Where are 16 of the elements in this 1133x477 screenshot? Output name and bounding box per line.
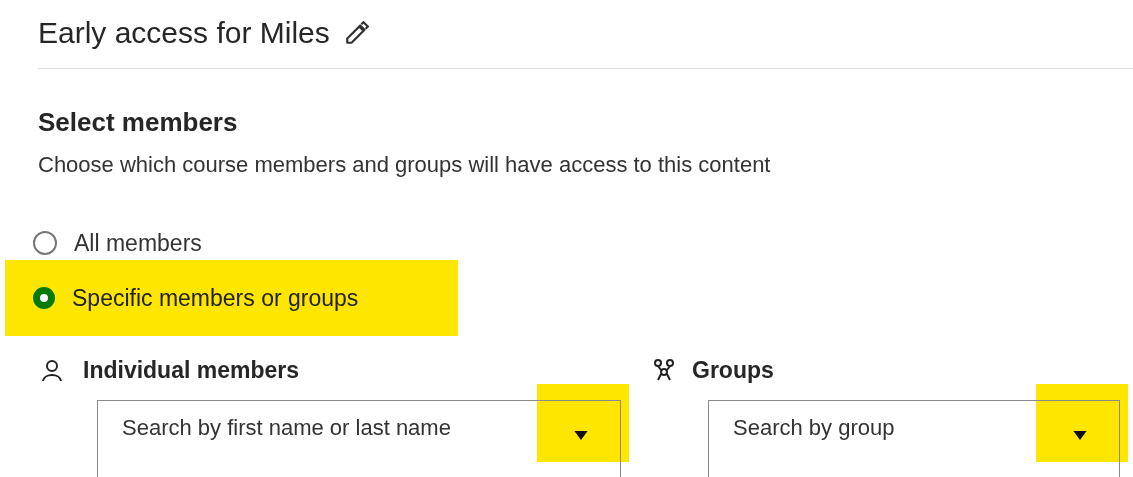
- radio-button[interactable]: [33, 287, 55, 309]
- section-description: Choose which course members and groups will have access to this content: [38, 152, 772, 178]
- radio-button[interactable]: [33, 231, 57, 255]
- field-label: Individual members: [83, 356, 299, 384]
- radio-label[interactable]: All members: [74, 229, 202, 257]
- caret-icon[interactable]: [573, 430, 589, 441]
- field-label: Groups: [692, 356, 774, 384]
- person-icon: [40, 357, 64, 383]
- section-heading: Select members: [38, 107, 239, 138]
- group-icon: [652, 357, 676, 383]
- search-dropdown[interactable]: Search by first name or last name: [97, 400, 621, 477]
- edit-icon[interactable]: [343, 20, 370, 46]
- search-dropdown[interactable]: Search by group: [708, 400, 1120, 477]
- page-title: Early access for Miles: [38, 16, 330, 50]
- caret-icon[interactable]: [1072, 430, 1088, 441]
- radio-label[interactable]: Specific members or groups: [72, 284, 359, 312]
